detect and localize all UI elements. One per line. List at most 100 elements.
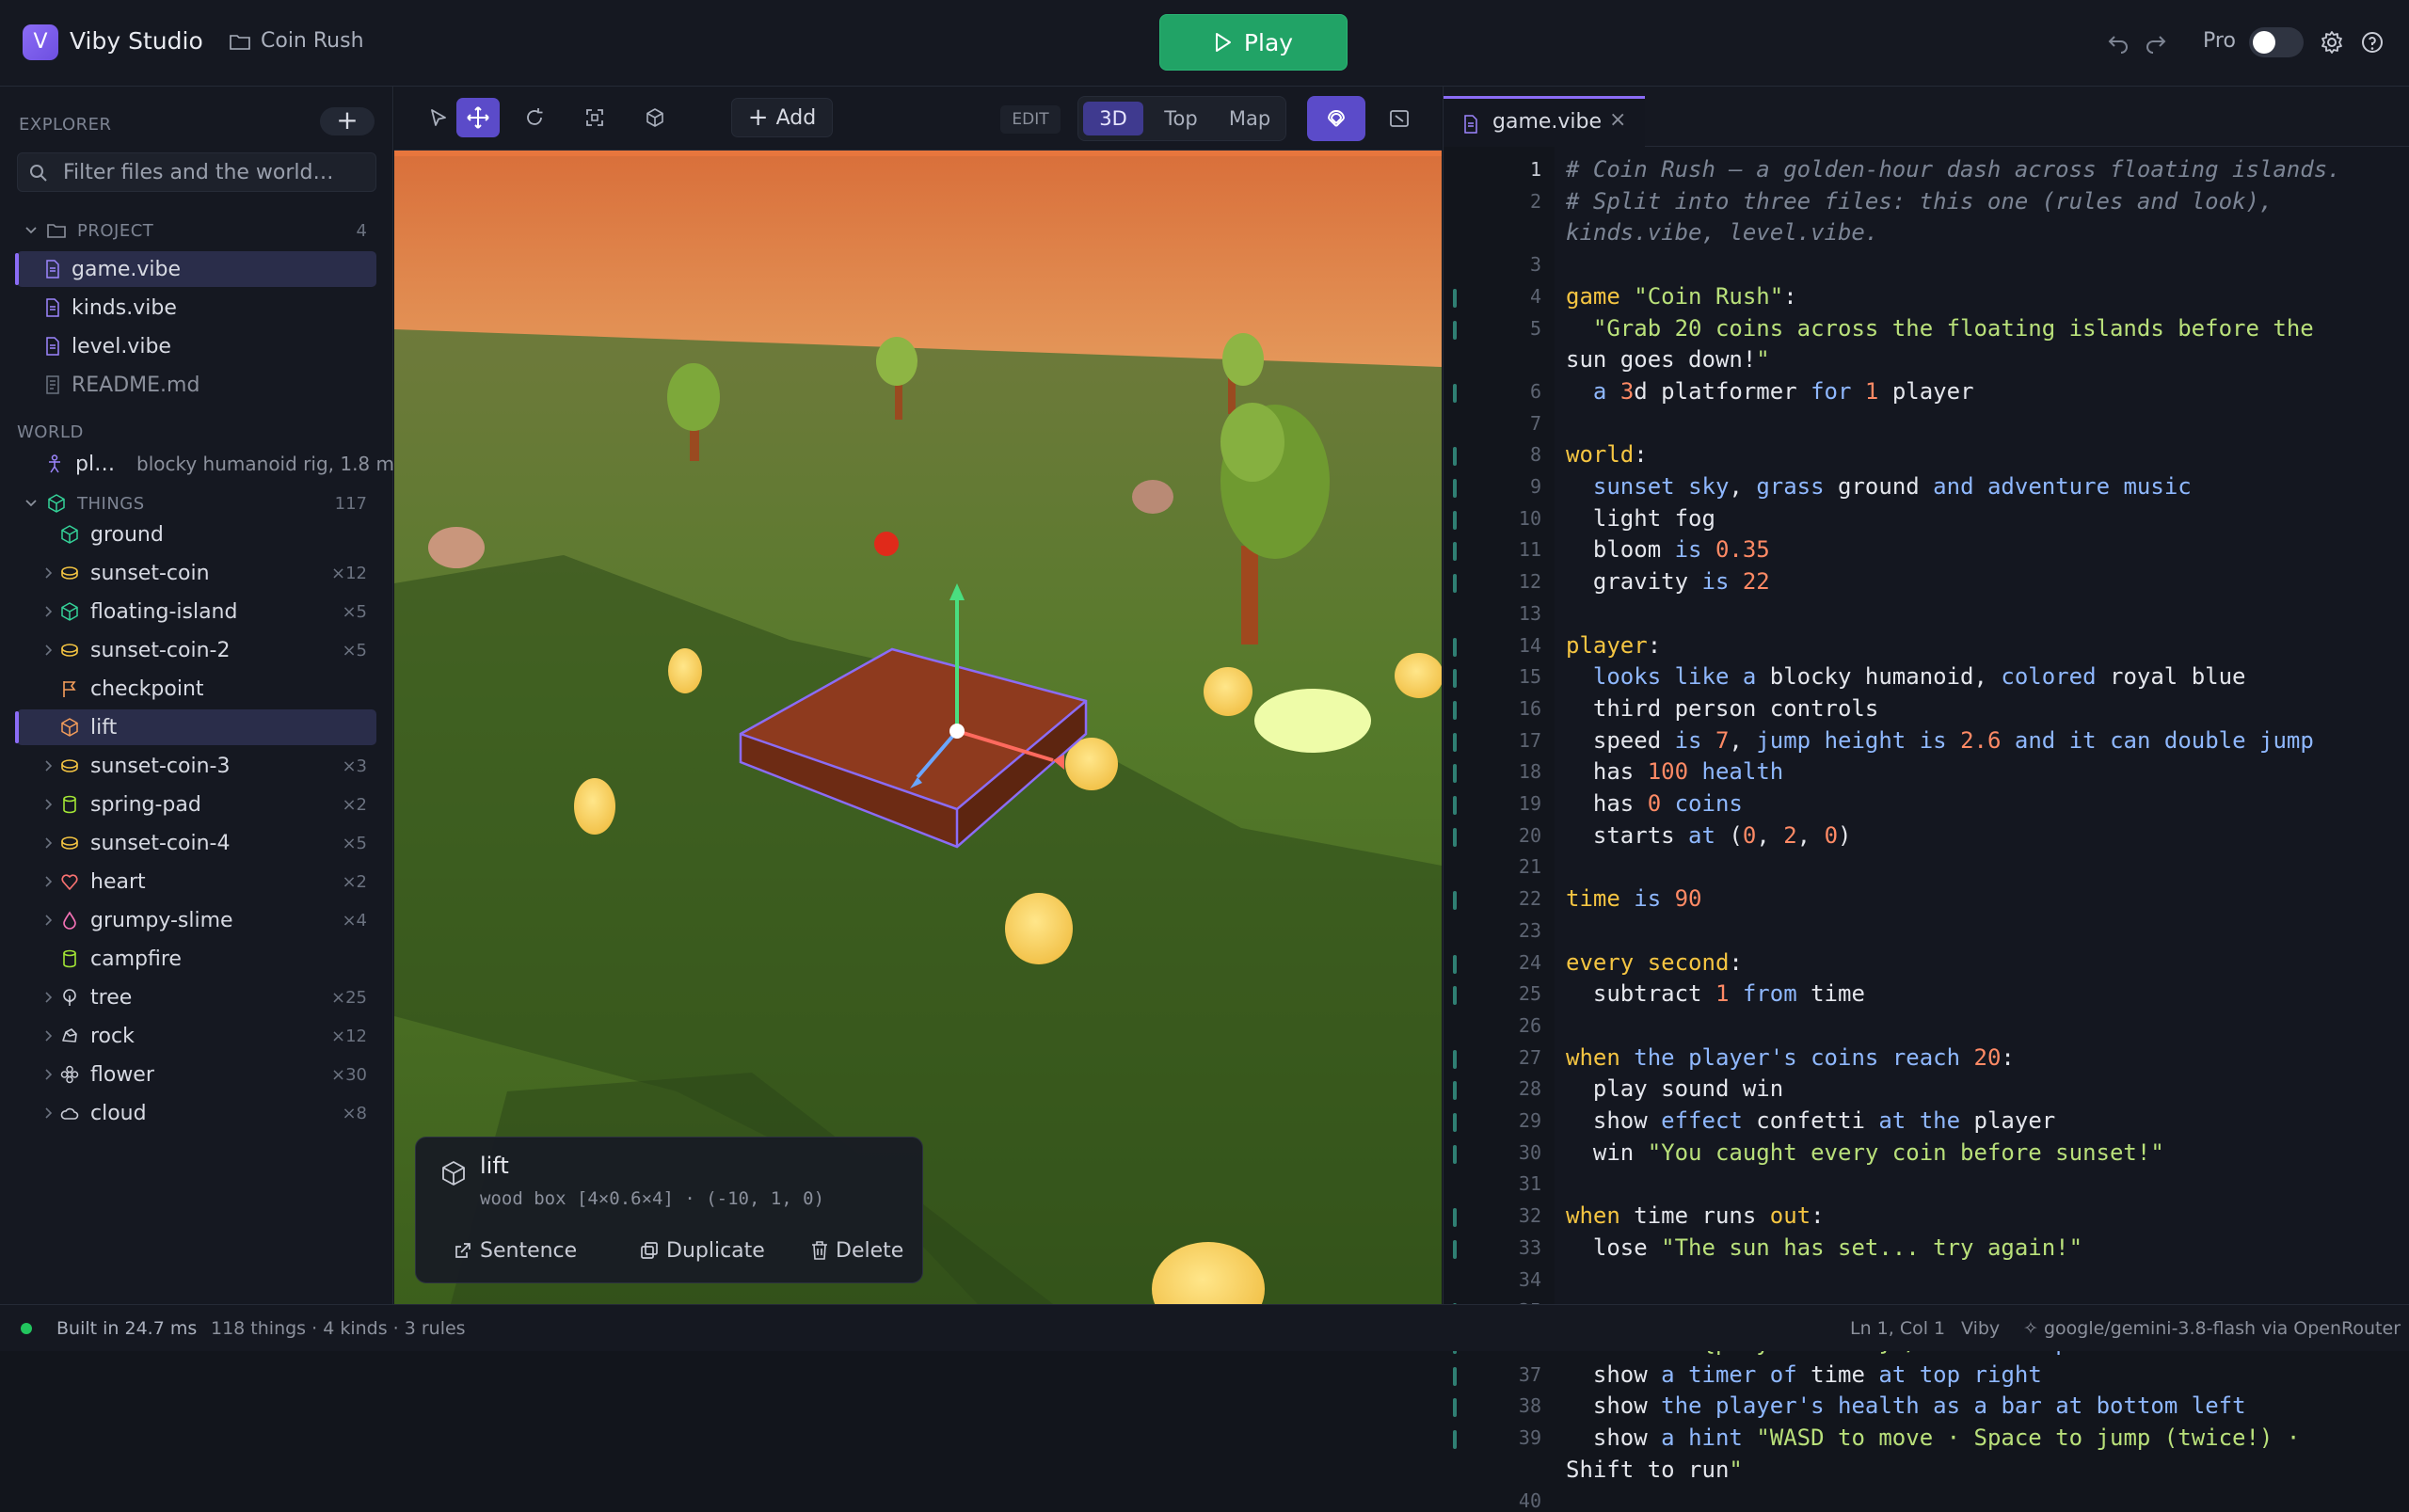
- code-line[interactable]: lose "The sun has set... try again!": [1566, 1234, 2082, 1261]
- chevron-right-icon[interactable]: [41, 875, 55, 888]
- code-line[interactable]: gravity is 22: [1566, 568, 1770, 595]
- thing-item-checkpoint[interactable]: checkpoint: [17, 671, 376, 707]
- chevron-right-icon[interactable]: [41, 991, 55, 1004]
- code-line[interactable]: show effect confetti at the player: [1566, 1107, 2055, 1134]
- scene-viewport[interactable]: lift wood box [4×0.6×4] · (-10, 1, 0) Se…: [394, 151, 1442, 1304]
- object-tool-button[interactable]: [635, 98, 675, 137]
- thing-item-campfire[interactable]: campfire: [17, 941, 376, 977]
- code-line[interactable]: a 3d platformer for 1 player: [1566, 378, 1974, 405]
- chevron-right-icon[interactable]: [41, 644, 55, 657]
- delete-button[interactable]: Delete: [811, 1232, 903, 1269]
- thing-item-rock[interactable]: rock ×12: [17, 1018, 376, 1054]
- code-line[interactable]: third person controls: [1566, 695, 1878, 722]
- project-name[interactable]: Coin Rush: [261, 29, 364, 53]
- rotate-tool-button[interactable]: [515, 98, 554, 137]
- view-tab-map[interactable]: Map: [1218, 102, 1282, 135]
- thing-item-spring-pad[interactable]: spring-pad ×2: [17, 787, 376, 822]
- code-line[interactable]: win "You caught every coin before sunset…: [1566, 1139, 2164, 1166]
- code-line[interactable]: kinds.vibe, level.vibe.: [1566, 219, 1878, 246]
- cursor-position[interactable]: Ln 1, Col 1: [1850, 1318, 1945, 1339]
- chevron-right-icon[interactable]: [41, 1068, 55, 1081]
- code-line[interactable]: when time runs out:: [1566, 1202, 1825, 1229]
- scale-tool-button[interactable]: [575, 98, 614, 137]
- chevron-right-icon[interactable]: [41, 1106, 55, 1120]
- thing-item-ground[interactable]: ground: [17, 517, 376, 552]
- add-file-button[interactable]: +: [320, 107, 375, 135]
- rock[interactable]: [1132, 480, 1173, 514]
- chevron-right-icon[interactable]: [41, 1029, 55, 1042]
- file-item-game[interactable]: game.vibe: [15, 251, 376, 287]
- file-item-level[interactable]: level.vibe: [17, 328, 376, 364]
- chevron-right-icon[interactable]: [41, 798, 55, 811]
- code-line[interactable]: play sound win: [1566, 1075, 1783, 1102]
- thing-item-heart[interactable]: heart ×2: [17, 864, 376, 899]
- file-item-kinds[interactable]: kinds.vibe: [17, 290, 376, 326]
- sunset-coin[interactable]: [668, 648, 702, 693]
- redo-icon[interactable]: [2144, 30, 2168, 55]
- thing-item-tree[interactable]: tree ×25: [17, 979, 376, 1015]
- code-line[interactable]: subtract 1 from time: [1566, 980, 1865, 1007]
- magnet-snap-button[interactable]: [1307, 96, 1365, 141]
- chevron-right-icon[interactable]: [41, 605, 55, 618]
- code-line[interactable]: sunset sky, grass ground and adventure m…: [1566, 473, 2192, 500]
- code-line[interactable]: starts at (0, 2, 0): [1566, 822, 1852, 849]
- pro-toggle[interactable]: [2249, 27, 2304, 57]
- rock[interactable]: [428, 527, 485, 568]
- filter-input[interactable]: [61, 158, 362, 186]
- code-line[interactable]: time is 90: [1566, 885, 1702, 912]
- thing-item-lift[interactable]: lift: [15, 709, 376, 745]
- fullscreen-button[interactable]: [1380, 100, 1418, 137]
- sunset-coin[interactable]: [1005, 893, 1073, 964]
- code-line[interactable]: player:: [1566, 632, 1661, 659]
- view-tab-top[interactable]: Top: [1150, 102, 1212, 135]
- editor-tab-game[interactable]: game.vibe ×: [1444, 96, 1645, 147]
- sunset-coin[interactable]: [1204, 667, 1252, 716]
- code-line[interactable]: looks like a blocky humanoid, colored ro…: [1566, 663, 2246, 690]
- code-line[interactable]: speed is 7, jump height is 2.6 and it ca…: [1566, 727, 2314, 754]
- code-line[interactable]: has 100 health: [1566, 758, 1783, 785]
- play-button[interactable]: Play: [1159, 14, 1348, 71]
- duplicate-button[interactable]: Duplicate: [640, 1232, 765, 1269]
- code-line[interactable]: Shift to run": [1566, 1456, 1743, 1483]
- undo-icon[interactable]: [2106, 30, 2130, 55]
- code-line[interactable]: when the player's coins reach 20:: [1566, 1044, 2015, 1071]
- code-line[interactable]: # Split into three files: this one (rule…: [1566, 188, 2273, 215]
- language-mode[interactable]: Viby: [1961, 1318, 2000, 1339]
- file-item-readme[interactable]: README.md: [17, 367, 376, 403]
- close-tab-icon[interactable]: ×: [1609, 108, 1626, 132]
- code-line[interactable]: sun goes down!": [1566, 346, 1770, 373]
- sunset-coin[interactable]: [574, 778, 615, 835]
- sentence-button[interactable]: Sentence: [454, 1232, 577, 1269]
- thing-item-sunset-coin-2[interactable]: sunset-coin-2 ×5: [17, 632, 376, 668]
- add-object-button[interactable]: + Add: [731, 98, 833, 137]
- view-tab-3d[interactable]: 3D: [1083, 102, 1143, 135]
- project-section-header[interactable]: PROJECT 4: [17, 213, 376, 248]
- code-line[interactable]: game "Coin Rush":: [1566, 283, 1797, 310]
- chevron-right-icon[interactable]: [41, 566, 55, 580]
- code-line[interactable]: show a timer of time at top right: [1566, 1361, 2042, 1388]
- gear-icon[interactable]: [2320, 30, 2344, 55]
- thing-item-flower[interactable]: flower ×30: [17, 1057, 376, 1092]
- select-tool-button[interactable]: [419, 98, 458, 137]
- model-indicator[interactable]: ✧ google/gemini-3.8-flash via OpenRouter: [2023, 1318, 2401, 1339]
- thing-item-sunset-coin[interactable]: sunset-coin ×12: [17, 555, 376, 591]
- scene-render[interactable]: [394, 151, 1442, 1304]
- code-line[interactable]: world:: [1566, 441, 1648, 468]
- chevron-right-icon[interactable]: [41, 914, 55, 927]
- code-line[interactable]: show the player's health as a bar at bot…: [1566, 1393, 2246, 1419]
- spring-pad[interactable]: [1254, 689, 1371, 753]
- sunset-coin[interactable]: [1395, 653, 1442, 698]
- code-line[interactable]: light fog: [1566, 505, 1715, 532]
- thing-item-floating-island[interactable]: floating-island ×5: [17, 594, 376, 629]
- code-line[interactable]: bloom is 0.35: [1566, 536, 1770, 563]
- help-icon[interactable]: [2360, 30, 2385, 55]
- thing-item-cloud[interactable]: cloud ×8: [17, 1095, 376, 1131]
- move-tool-button[interactable]: [456, 98, 500, 137]
- thing-item-grumpy-slime[interactable]: grumpy-slime ×4: [17, 902, 376, 938]
- grumpy-slime[interactable]: [874, 532, 899, 556]
- code-line[interactable]: "Grab 20 coins across the floating islan…: [1566, 315, 2314, 342]
- chevron-right-icon[interactable]: [41, 836, 55, 850]
- code-line[interactable]: has 0 coins: [1566, 790, 1743, 817]
- world-item-player[interactable]: pl… blocky humanoid rig, 1.8 m: [17, 446, 394, 482]
- code-line[interactable]: every second:: [1566, 949, 1743, 976]
